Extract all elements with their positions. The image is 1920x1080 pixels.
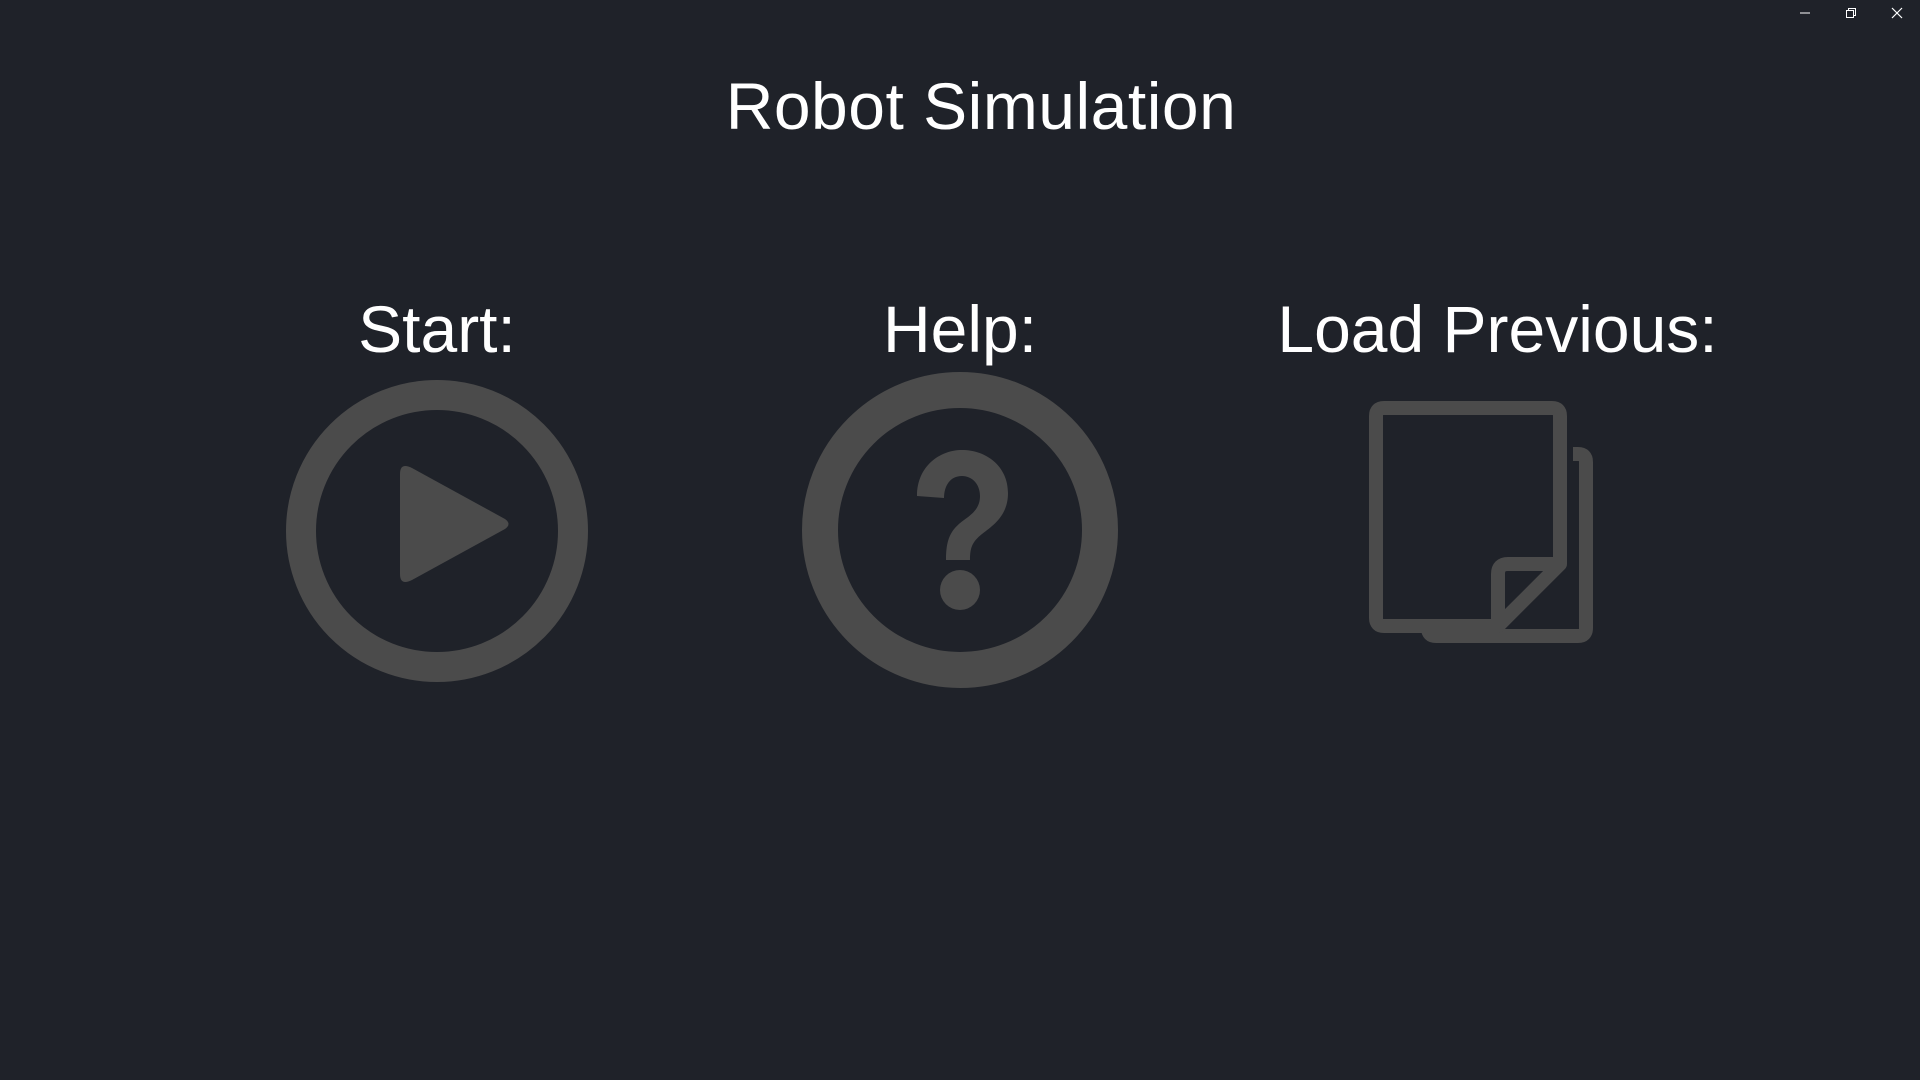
question-circle-icon[interactable]	[800, 370, 1120, 690]
app-window: Robot Simulation Start: Help: Load Previ…	[0, 0, 1920, 1080]
minimize-icon	[1800, 12, 1810, 14]
app-title: Robot Simulation	[725, 69, 1237, 143]
help-option[interactable]: Help:	[760, 290, 1160, 690]
restore-button[interactable]	[1828, 0, 1874, 26]
load-previous-option[interactable]: Load Previous:	[1250, 290, 1745, 684]
start-label: Start:	[358, 292, 516, 366]
start-option[interactable]: Start:	[237, 290, 637, 686]
load-previous-label: Load Previous:	[1277, 292, 1718, 366]
window-controls	[1782, 0, 1920, 26]
close-button[interactable]	[1874, 0, 1920, 26]
play-circle-icon[interactable]	[282, 376, 592, 686]
restore-icon	[1846, 8, 1856, 18]
documents-copy-icon[interactable]	[1368, 394, 1628, 684]
help-label: Help:	[882, 292, 1038, 366]
minimize-button[interactable]	[1782, 0, 1828, 26]
close-icon	[1891, 7, 1903, 19]
